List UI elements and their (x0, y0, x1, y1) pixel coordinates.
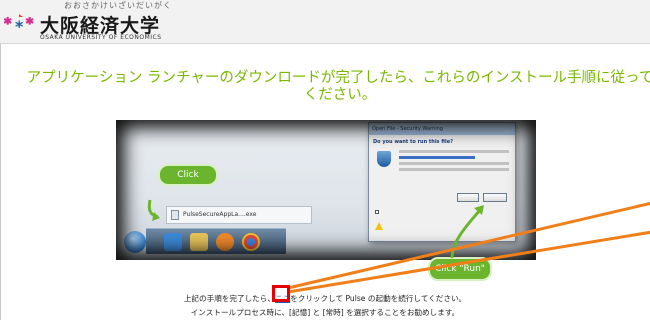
svg-text:*: * (26, 16, 34, 32)
instruction-heading: アプリケーション ランチャーのダウンロードが完了したら、これらのインストール手順… (26, 70, 650, 103)
university-name-english: OSAKA UNIVERSITY OF ECONOMICS (40, 34, 162, 41)
recommendation-text: インストールプロセス時に、[記憶] と [常時] を選択することをお勧めします。 (190, 308, 460, 317)
image-vignette (116, 120, 536, 260)
continue-text-before: 上記の手順を完了したら、 (183, 294, 275, 303)
highlight-box (272, 285, 290, 302)
university-logo-icon: * * * (4, 14, 35, 36)
university-name-kana: おおさかけいざいだいがく (64, 1, 172, 10)
install-instructions-image: PulseSecureAppLa....exe Open File - Secu… (116, 120, 536, 260)
continue-instruction: 上記の手順を完了したら、ここをクリックして Pulse の起動を続行してください… (0, 293, 650, 304)
svg-text:*: * (15, 17, 24, 36)
click-run-callout: Click "Run" (428, 257, 492, 281)
page-header: * * * おおさかけいざいだいがく 大阪経済大学 OSAKA UNIVERSI… (0, 0, 650, 44)
continue-text-after: をクリックして Pulse の起動を続行してください。 (290, 294, 467, 303)
svg-text:*: * (4, 16, 12, 32)
